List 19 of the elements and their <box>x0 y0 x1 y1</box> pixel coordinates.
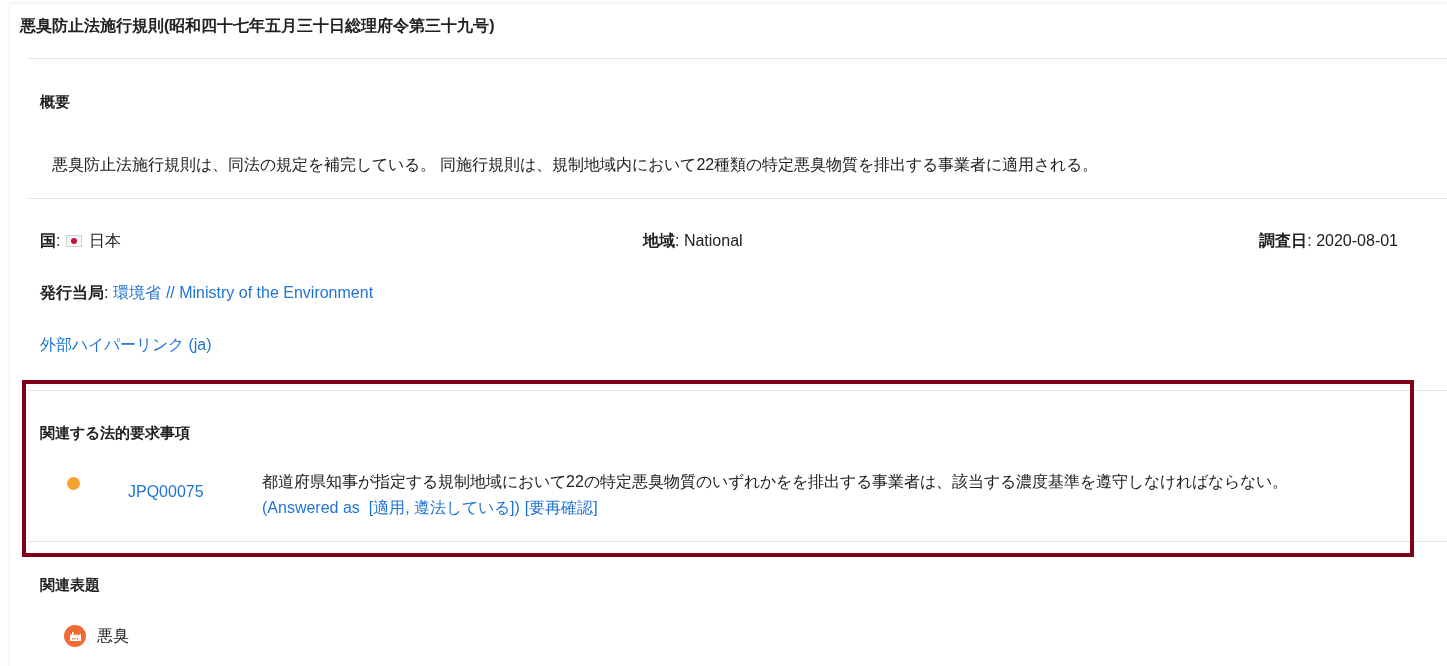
recheck-link[interactable]: [要再確認] <box>524 495 598 521</box>
authority-label: 発行当局: <box>40 283 109 303</box>
section-heading: 関連する法的要求事項 <box>40 423 191 443</box>
country-label: 国: <box>40 231 61 251</box>
overview-text: 悪臭防止法施行規則は、同法の規定を補完している。 同施行規則は、規制地域内において22種類の特定悪臭物質を排出する事業者に適用される。 <box>52 155 1100 175</box>
topic-label: 悪臭 <box>97 626 129 646</box>
authority-link[interactable]: 環境省 // Ministry of the Environment <box>113 281 374 305</box>
section-heading: 概要 <box>40 92 71 112</box>
answer-link[interactable]: (Answered as [適用, 遵法している]) <box>262 495 520 521</box>
section-heading: 関連表題 <box>40 575 101 595</box>
survey-date-text: 調査日: 2020-08-01 <box>1259 231 1398 251</box>
factory-icon <box>64 625 86 647</box>
external-link[interactable]: 外部ハイパーリンク (ja) <box>40 333 212 357</box>
requirement-code-link[interactable]: JPQ00075 <box>128 483 204 500</box>
page-title: 悪臭防止法施行規則(昭和四十七年五月三十日総理府令第三十九号) <box>20 16 496 36</box>
requirement-text: 都道府県知事が指定する規制地域において22の特定悪臭物質のいずれかをを排出する事業者は、該当する濃度基準を遵守しなければならない。 <box>262 472 1289 492</box>
region-text: 地域: National <box>643 232 743 249</box>
flag-icon <box>66 235 83 247</box>
country-value: 日本 <box>89 231 122 251</box>
